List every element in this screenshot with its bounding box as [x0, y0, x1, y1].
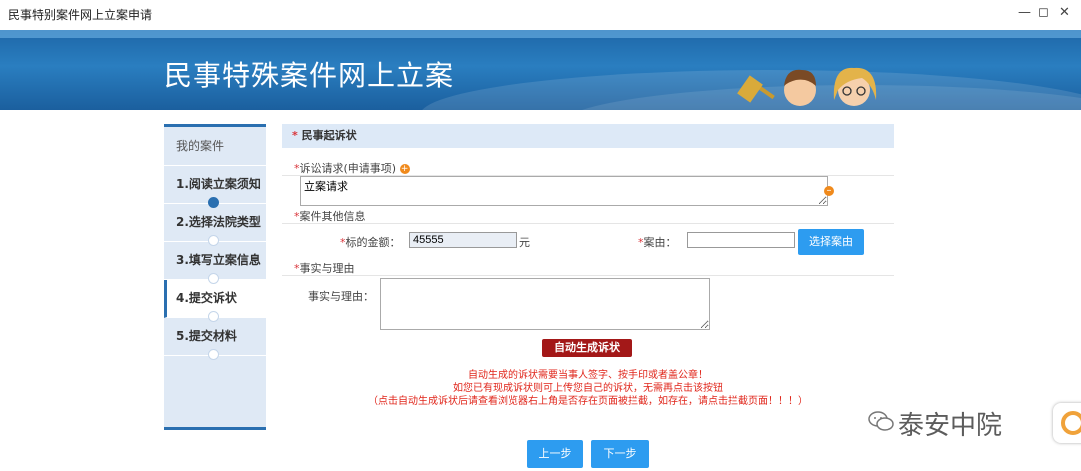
section-title: 民事起诉状 — [301, 129, 357, 142]
next-step-button[interactable]: 下一步 — [591, 440, 649, 468]
sidebar-item-step2[interactable]: 2.选择法院类型 — [164, 204, 266, 246]
watermark-text: 泰安中院 — [898, 411, 1003, 441]
page-title: 民事特殊案件网上立案 — [164, 59, 455, 92]
minimize-icon[interactable]: — — [1018, 5, 1031, 20]
facts-field-label: 事实与理由： — [308, 290, 374, 303]
cause-label: 案由： — [643, 236, 677, 249]
amount-unit: 元 — [519, 236, 530, 249]
notice-text: （点击自动生成诉状后请查看浏览器右上角是否存在页面被拦截，如存在，请点击拦截页面… — [368, 396, 808, 407]
facts-textarea[interactable] — [380, 278, 710, 330]
add-claim-icon[interactable]: + — [399, 164, 410, 174]
step-dot-icon — [208, 311, 219, 322]
sidebar-item-step4[interactable]: 4.提交诉状 — [164, 280, 266, 322]
amount-label-row: *标的金额： — [340, 236, 401, 249]
sidebar-item-label: 1.阅读立案须知 — [176, 177, 261, 191]
sidebar-item-step5[interactable]: 5.提交材料 — [164, 318, 266, 360]
other-info-label-row: *案件其他信息 — [294, 210, 366, 223]
facts-section-label-row: *事实与理由 — [294, 262, 355, 275]
window-title: 民事特别案件网上立案申请 — [8, 8, 153, 22]
auto-generate-complaint-button[interactable]: 自动生成诉状 — [542, 339, 632, 357]
claims-label: 诉讼请求(申请事项) — [299, 162, 397, 175]
sidebar-item-step3[interactable]: 3.填写立案信息 — [164, 242, 266, 284]
maximize-icon[interactable]: ◻ — [1038, 5, 1049, 20]
steps-sidebar: 我的案件 1.阅读立案须知 2.选择法院类型 3.填写立案信息 4.提交诉状 5… — [164, 124, 266, 430]
remove-claim-icon[interactable]: – — [824, 186, 834, 196]
sidebar-item-label: 3.填写立案信息 — [176, 253, 261, 267]
section-header: * 民事起诉状 — [282, 124, 894, 148]
select-cause-button[interactable]: 选择案由 — [798, 229, 864, 255]
facts-section-label: 事实与理由 — [299, 262, 355, 275]
cause-label-row: *案由： — [638, 236, 677, 249]
cause-input[interactable] — [687, 232, 795, 248]
complaint-form: * 民事起诉状 *诉讼请求(申请事项) + 立案请求 – *案件其他信息 *标的… — [282, 124, 894, 468]
sidebar-item-label: 2.选择法院类型 — [176, 215, 261, 229]
claims-label-row: *诉讼请求(申请事项) + — [294, 162, 410, 175]
header-banner: 民事特殊案件网上立案 — [0, 30, 1081, 110]
sidebar-item-label: 4.提交诉状 — [176, 291, 237, 305]
wechat-icon — [868, 411, 894, 431]
prev-step-button[interactable]: 上一步 — [527, 440, 583, 468]
step-dot-icon — [208, 273, 219, 284]
amount-input[interactable] — [409, 232, 517, 248]
step-dot-icon — [208, 235, 219, 246]
other-info-label: 案件其他信息 — [299, 210, 366, 223]
app-logo-icon — [1053, 403, 1081, 443]
lawyers-illustration-icon — [737, 67, 877, 106]
claims-textarea[interactable]: 立案请求 — [300, 176, 828, 206]
amount-label: 标的金额： — [345, 236, 401, 249]
step-dot-icon — [208, 349, 219, 360]
sidebar-header: 我的案件 — [164, 127, 266, 166]
window-titlebar: 民事特别案件网上立案申请 — ◻ ✕ — [0, 0, 1081, 30]
step-done-icon — [208, 197, 219, 208]
sidebar-item-label: 5.提交材料 — [176, 329, 237, 343]
close-icon[interactable]: ✕ — [1059, 5, 1070, 20]
sidebar-item-step1[interactable]: 1.阅读立案须知 — [164, 166, 266, 208]
